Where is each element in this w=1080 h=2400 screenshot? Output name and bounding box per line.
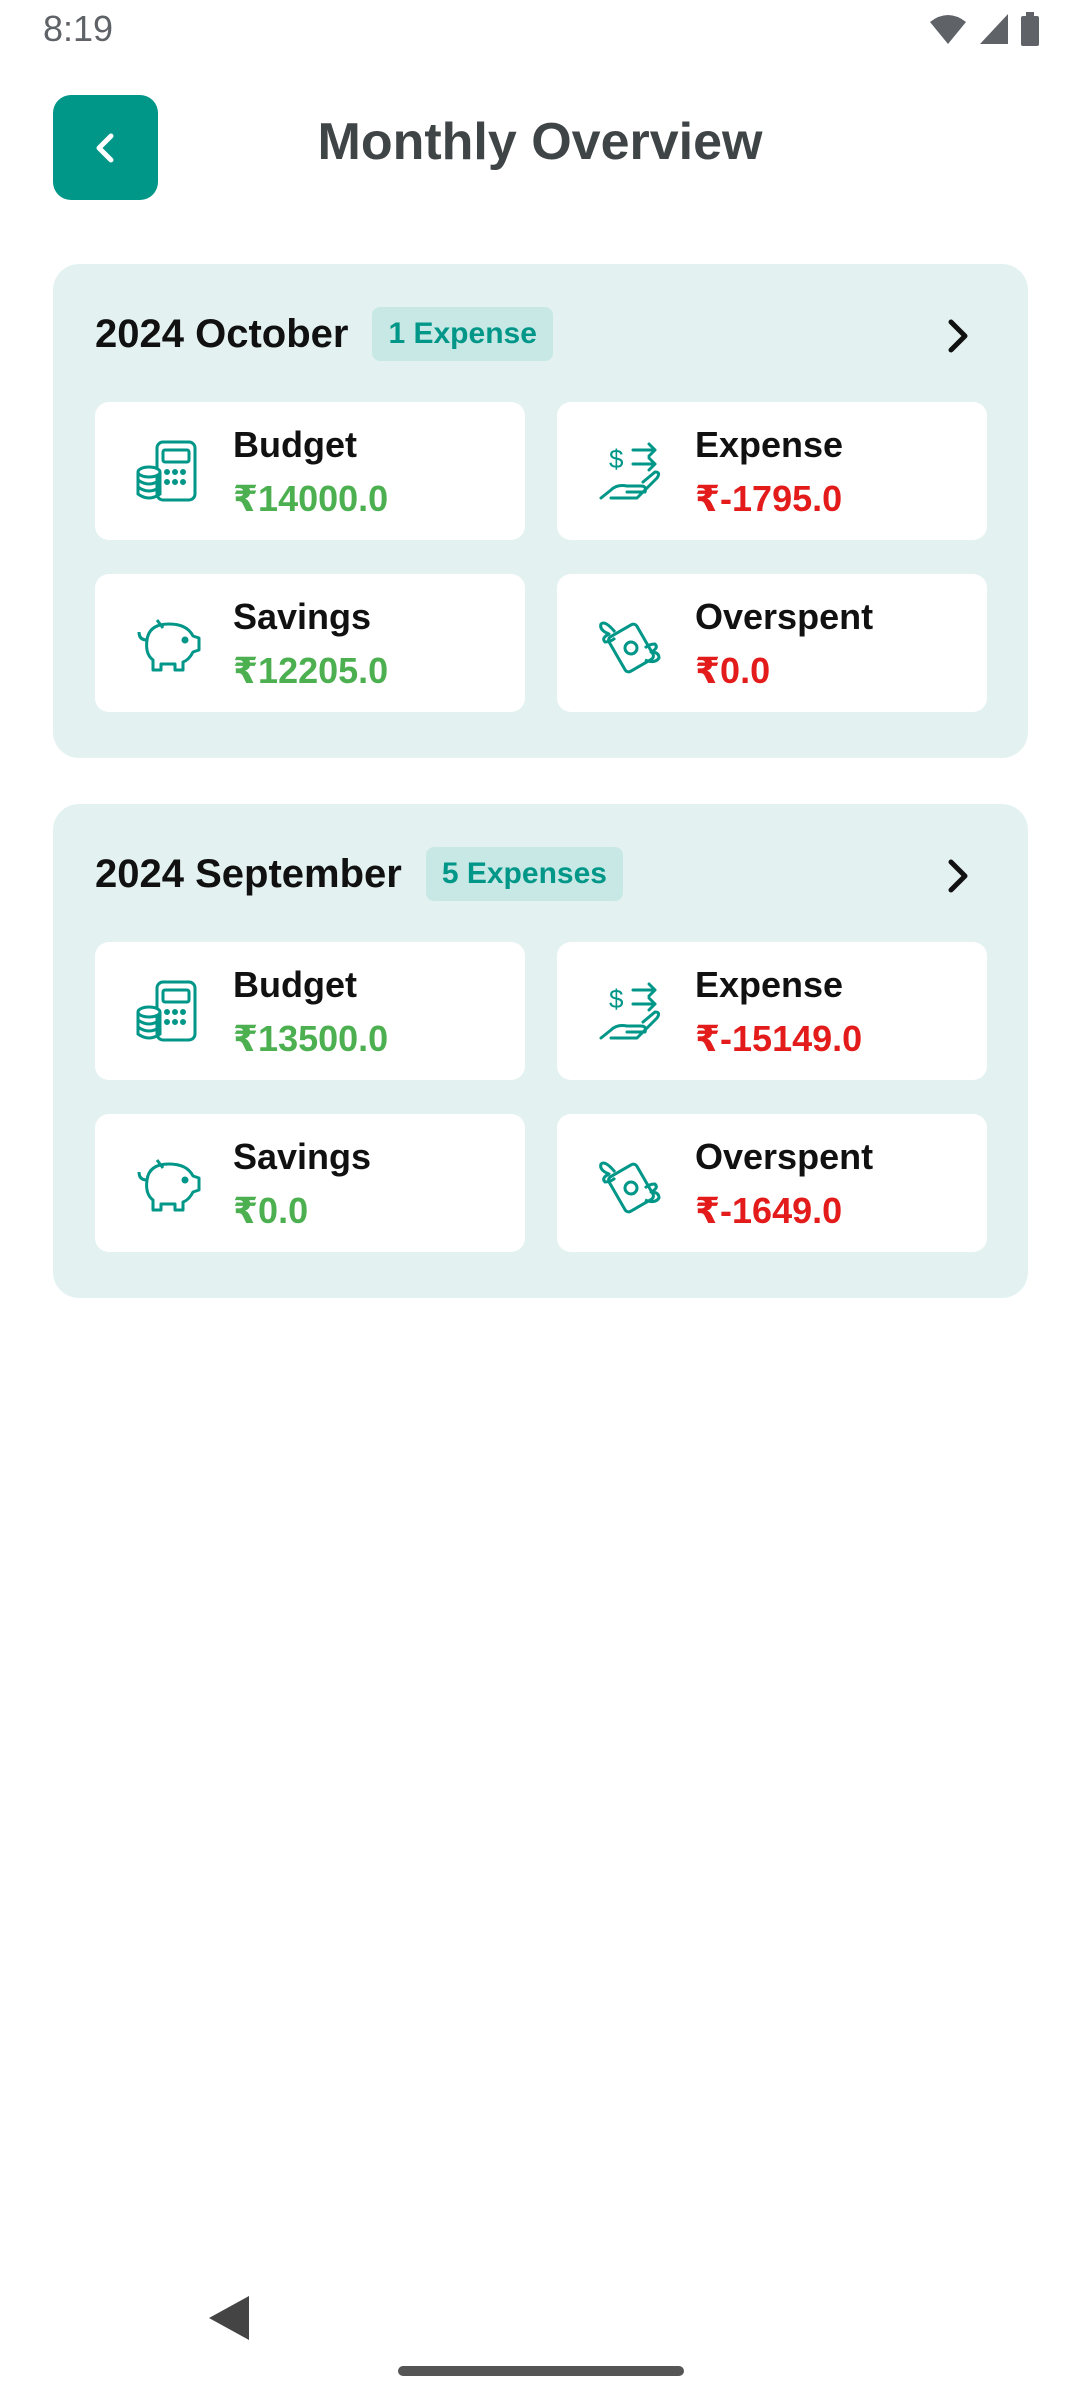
expense-label: Expense — [695, 424, 844, 465]
expense-count-badge: 5 Expenses — [425, 847, 623, 901]
flying-money-icon — [599, 1161, 661, 1214]
savings-tile: Savings ₹12205.0 — [95, 574, 525, 712]
status-bar: 8:19 — [0, 0, 1080, 60]
overspent-label: Overspent — [695, 1136, 874, 1177]
savings-label: Savings — [233, 1136, 372, 1177]
budget-label: Budget — [233, 424, 357, 465]
overspent-tile: Overspent ₹0.0 — [557, 574, 987, 712]
page-title: Monthly Overview — [317, 113, 763, 171]
expense-value: ₹-15149.0 — [695, 1018, 863, 1059]
budget-calculator-icon — [136, 440, 197, 502]
budget-tile: Budget ₹13500.0 — [95, 942, 525, 1080]
budget-label: Budget — [233, 964, 357, 1005]
flying-money-icon — [599, 621, 661, 674]
expense-tile: $ Expense ₹-1795.0 — [557, 402, 987, 540]
month-card-october[interactable]: 2024 October 1 Expense Budget ₹14000.0 $… — [53, 264, 1028, 758]
svg-text:$: $ — [609, 444, 624, 474]
budget-tile: Budget ₹14000.0 — [95, 402, 525, 540]
budget-value: ₹14000.0 — [233, 478, 389, 519]
home-gesture-bar[interactable] — [398, 2366, 684, 2376]
overspent-value: ₹-1649.0 — [695, 1190, 843, 1231]
svg-text:$: $ — [609, 984, 624, 1014]
month-title: 2024 September — [95, 851, 402, 896]
expense-value: ₹-1795.0 — [695, 478, 843, 519]
budget-value: ₹13500.0 — [233, 1018, 389, 1059]
month-title: 2024 October — [95, 311, 349, 356]
nav-back-icon[interactable] — [205, 2292, 253, 2344]
signal-icon — [980, 14, 1008, 44]
savings-tile: Savings ₹0.0 — [95, 1114, 525, 1252]
piggy-bank-icon — [137, 1159, 201, 1212]
wifi-icon — [930, 15, 966, 44]
expense-label: Expense — [695, 964, 844, 1005]
month-card-september[interactable]: 2024 September 5 Expenses Budget ₹13500.… — [53, 804, 1028, 1298]
expense-count-badge: 1 Expense — [372, 307, 553, 361]
money-hand-icon: $ — [599, 442, 661, 500]
chevron-right-icon[interactable] — [938, 316, 978, 356]
piggy-bank-icon — [137, 619, 201, 672]
money-hand-icon: $ — [599, 982, 661, 1040]
overspent-tile: Overspent ₹-1649.0 — [557, 1114, 987, 1252]
month-header: 2024 October 1 Expense — [95, 304, 553, 364]
budget-calculator-icon — [136, 980, 197, 1042]
chevron-right-icon[interactable] — [938, 856, 978, 896]
savings-label: Savings — [233, 596, 372, 637]
overspent-value: ₹0.0 — [695, 650, 771, 691]
month-header: 2024 September 5 Expenses — [95, 844, 623, 904]
battery-icon — [1021, 12, 1039, 46]
status-icons — [928, 12, 1040, 46]
savings-value: ₹0.0 — [233, 1190, 309, 1231]
expense-tile: $ Expense ₹-15149.0 — [557, 942, 987, 1080]
overspent-label: Overspent — [695, 596, 874, 637]
status-time: 8:19 — [43, 8, 114, 49]
savings-value: ₹12205.0 — [233, 650, 389, 691]
